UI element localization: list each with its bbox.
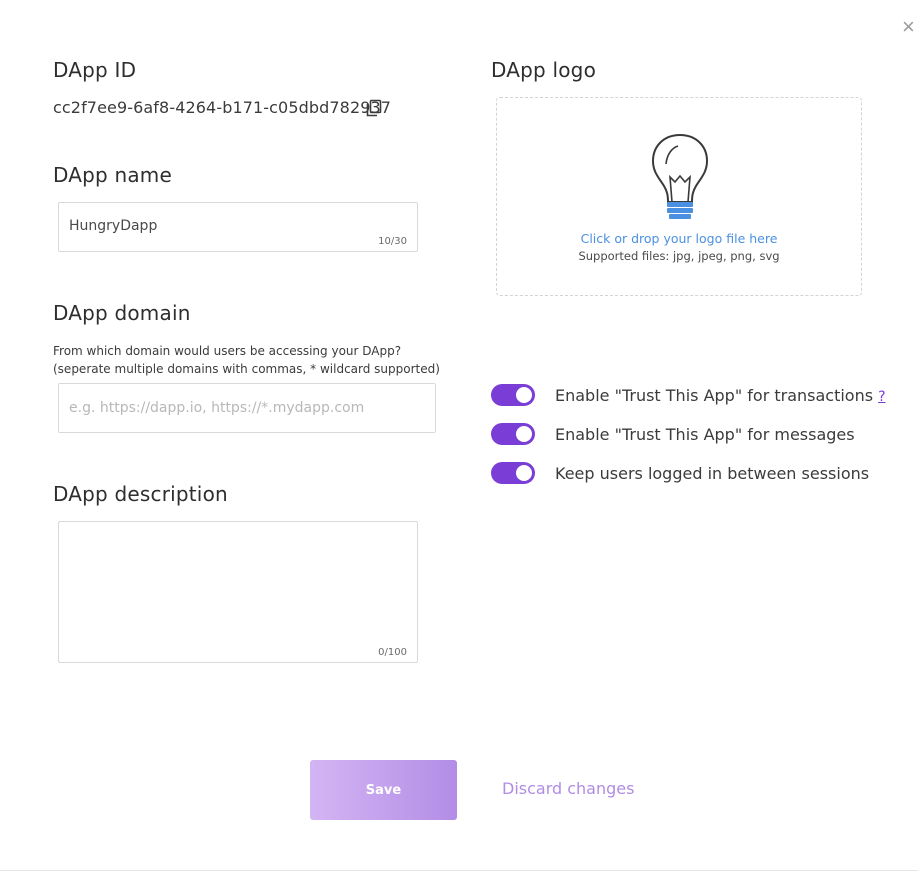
logo-upload-link[interactable]: Click or drop your logo file here bbox=[497, 231, 861, 246]
dapp-domain-heading: DApp domain bbox=[53, 301, 191, 325]
trust-transactions-label: Enable "Trust This App" for transactions… bbox=[555, 386, 886, 405]
close-button[interactable]: × bbox=[902, 14, 915, 40]
save-button[interactable]: Save bbox=[310, 760, 457, 820]
help-question-link[interactable]: ? bbox=[878, 389, 885, 405]
trust-transactions-text: Enable "Trust This App" for transactions bbox=[555, 386, 874, 405]
trust-transactions-toggle[interactable] bbox=[491, 384, 535, 406]
copy-icon[interactable] bbox=[365, 99, 383, 117]
dapp-name-heading: DApp name bbox=[53, 163, 172, 187]
dapp-logo-heading: DApp logo bbox=[491, 58, 597, 82]
dapp-domain-input[interactable]: e.g. https://dapp.io, https://*.mydapp.c… bbox=[58, 383, 436, 433]
dapp-name-counter: 10/30 bbox=[378, 236, 407, 247]
dapp-description-textarea[interactable]: 0/100 bbox=[58, 521, 418, 663]
dapp-domain-help-text: From which domain would users be accessi… bbox=[53, 344, 440, 376]
trust-messages-toggle[interactable] bbox=[491, 423, 535, 445]
trust-messages-label: Enable "Trust This App" for messages bbox=[555, 425, 855, 444]
keep-logged-in-label: Keep users logged in between sessions bbox=[555, 464, 870, 483]
discard-changes-link[interactable]: Discard changes bbox=[502, 779, 634, 798]
dapp-description-heading: DApp description bbox=[53, 482, 228, 506]
keep-logged-in-toggle[interactable] bbox=[491, 462, 535, 484]
dapp-id-value: cc2f7ee9-6af8-4264-b171-c05dbd782937 bbox=[53, 98, 392, 117]
logo-supported-files: Supported files: jpg, jpeg, png, svg bbox=[578, 249, 780, 263]
divider bbox=[0, 870, 918, 871]
logo-dropzone[interactable]: Click or drop your logo file here Suppor… bbox=[496, 97, 862, 296]
dapp-name-input[interactable]: HungryDapp 10/30 bbox=[58, 202, 418, 252]
dapp-name-value: HungryDapp bbox=[69, 218, 158, 234]
lightbulb-icon bbox=[651, 133, 709, 219]
dapp-domain-placeholder: e.g. https://dapp.io, https://*.mydapp.c… bbox=[69, 400, 365, 416]
toggle-knob bbox=[516, 387, 532, 403]
toggle-knob bbox=[516, 465, 532, 481]
dapp-id-heading: DApp ID bbox=[53, 58, 137, 82]
toggle-knob bbox=[516, 426, 532, 442]
dapp-description-counter: 0/100 bbox=[378, 647, 407, 658]
